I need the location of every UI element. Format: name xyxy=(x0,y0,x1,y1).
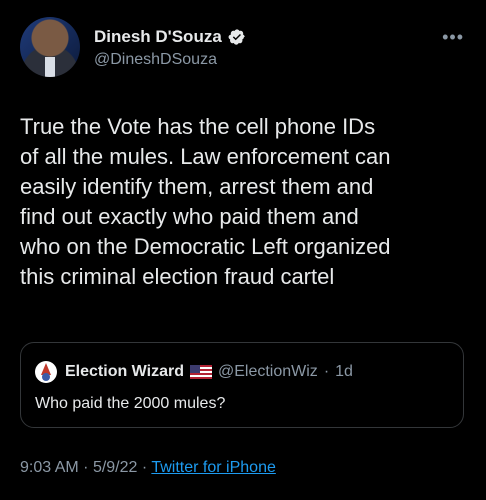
quoted-text: Who paid the 2000 mules? xyxy=(35,395,226,412)
quoted-separator: · xyxy=(323,363,330,380)
quoted-handle: @ElectionWiz xyxy=(217,363,318,380)
us-flag-icon xyxy=(189,365,212,379)
quoted-name: Election Wizard xyxy=(65,363,184,380)
more-options-icon[interactable]: ••• xyxy=(442,27,464,48)
author-name-row: Dinesh D'Souza xyxy=(94,27,246,47)
tweet-time[interactable]: 9:03 AM xyxy=(20,459,79,476)
client-link[interactable]: Twitter for iPhone xyxy=(151,459,276,476)
author-handle[interactable]: @DineshDSouza xyxy=(94,51,217,69)
avatar-shirt xyxy=(45,57,55,77)
quoted-tweet[interactable]: Election Wizard @ElectionWiz · 1d Who pa… xyxy=(20,342,464,428)
quoted-avatar[interactable] xyxy=(35,361,57,383)
meta-separator: · xyxy=(83,459,89,476)
author-name[interactable]: Dinesh D'Souza xyxy=(94,27,222,47)
tweet-date[interactable]: 5/9/22 xyxy=(93,459,137,476)
wizard-face-icon xyxy=(42,373,50,381)
tweet-text: True the Vote has the cell phone IDs of … xyxy=(20,114,391,289)
tweet-meta: 9:03 AM · 5/9/22 · Twitter for iPhone xyxy=(20,459,276,477)
quoted-age: 1d xyxy=(335,363,353,380)
meta-separator: · xyxy=(141,459,148,476)
author-avatar[interactable] xyxy=(20,17,80,77)
verified-badge-icon xyxy=(228,28,246,46)
quoted-header: Election Wizard @ElectionWiz · 1d xyxy=(65,363,353,381)
